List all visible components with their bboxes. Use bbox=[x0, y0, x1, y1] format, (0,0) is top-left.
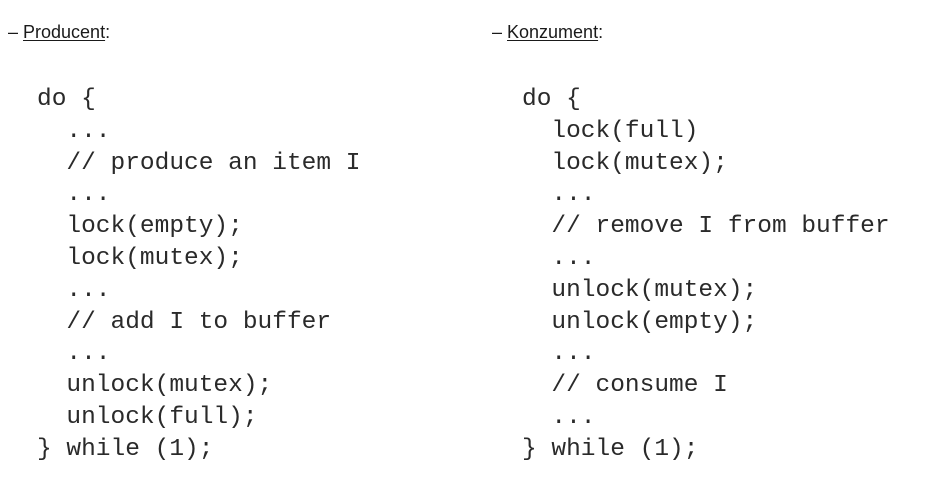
code-line: ... bbox=[37, 117, 111, 145]
code-line: // add I to buffer bbox=[37, 308, 332, 336]
producer-section: – Producent: do { ... // produce an item… bbox=[0, 0, 470, 498]
code-line: unlock(mutex); bbox=[522, 276, 758, 304]
code-line: do { bbox=[522, 86, 581, 113]
code-line: ... bbox=[522, 244, 596, 272]
code-line: unlock(full); bbox=[37, 403, 258, 431]
producer-code-block: do { ... // produce an item I ... lock(e… bbox=[37, 84, 360, 466]
code-line: lock(mutex); bbox=[37, 244, 243, 272]
code-line: // produce an item I bbox=[37, 149, 361, 177]
code-line: ... bbox=[522, 403, 596, 431]
code-line: ... bbox=[37, 181, 111, 209]
code-line: lock(empty); bbox=[37, 213, 243, 241]
code-line: } while (1); bbox=[37, 435, 214, 463]
consumer-dash: – bbox=[492, 22, 508, 42]
producer-heading: – Producent: bbox=[8, 20, 110, 44]
code-line: do { bbox=[37, 86, 96, 113]
consumer-section: – Konzument: do { lock(full) lock(mutex)… bbox=[486, 0, 929, 498]
code-line: // consume I bbox=[522, 372, 728, 400]
code-line: lock(full) bbox=[522, 117, 699, 145]
code-line: unlock(mutex); bbox=[37, 372, 273, 400]
code-line: lock(mutex); bbox=[522, 149, 728, 177]
producer-dash: – bbox=[8, 22, 24, 42]
producer-title: Producent bbox=[23, 22, 106, 42]
code-line: ... bbox=[522, 181, 596, 209]
code-line: ... bbox=[37, 276, 111, 304]
consumer-code-block: do { lock(full) lock(mutex); ... // remo… bbox=[522, 84, 890, 466]
code-line: // remove I from buffer bbox=[522, 213, 890, 241]
code-line: ... bbox=[37, 340, 111, 368]
consumer-colon: : bbox=[598, 22, 604, 42]
consumer-heading: – Konzument: bbox=[492, 20, 603, 44]
consumer-title: Konzument bbox=[507, 22, 599, 42]
code-line: ... bbox=[522, 340, 596, 368]
code-line: unlock(empty); bbox=[522, 308, 758, 336]
code-line: } while (1); bbox=[522, 435, 699, 463]
producer-colon: : bbox=[105, 22, 111, 42]
